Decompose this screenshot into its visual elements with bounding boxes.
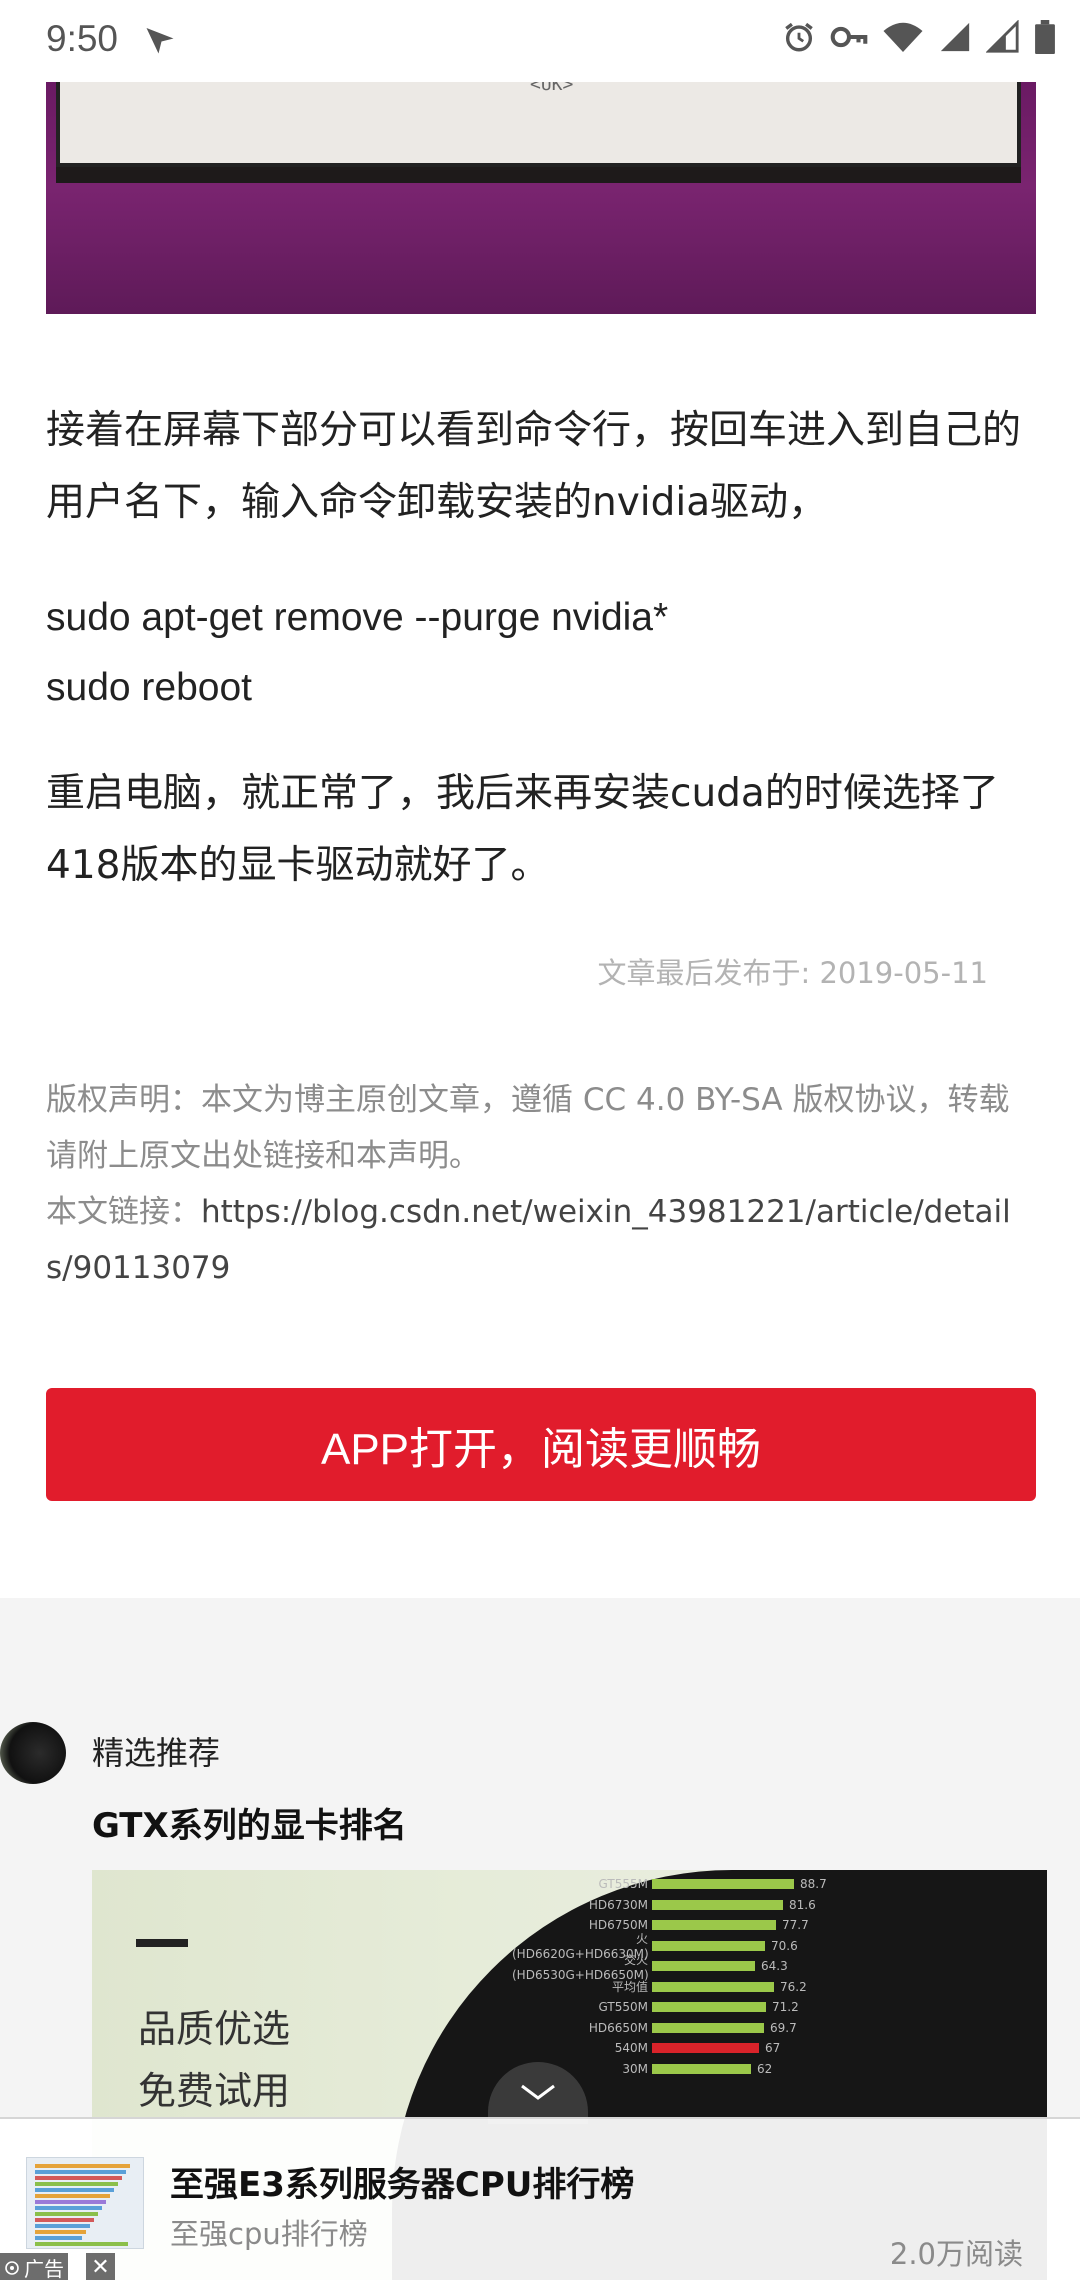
image-dash-decoration xyxy=(136,1939,188,1947)
avatar[interactable] xyxy=(0,1722,66,1784)
gpu-bar-row: HD6650M 69.7 xyxy=(512,2018,797,2038)
publish-date: 文章最后发布于: 2019-05-11 xyxy=(597,956,988,990)
ad-thumb-bar xyxy=(35,2236,82,2240)
ad-thumb-bar xyxy=(35,2170,126,2174)
gpu-bar xyxy=(652,1961,755,1971)
gpu-bar-row: GT550M 71.2 xyxy=(512,1997,799,2017)
ad-thumb-bar xyxy=(35,2224,90,2228)
ad-thumb-bar xyxy=(35,2182,118,2186)
gpu-bar xyxy=(652,2002,766,2012)
ad-close-button[interactable]: ✕ xyxy=(86,2253,115,2280)
gpu-bar-value: 62 xyxy=(757,2061,773,2076)
gpu-bar xyxy=(652,2043,759,2053)
image-text-2: 免费试用 xyxy=(138,2069,291,2113)
article-paragraph-1: 接着在屏幕下部分可以看到命令行，按回车进入到自己的用户名下，输入命令卸载安装的n… xyxy=(46,408,1022,525)
article-image: <UK> xyxy=(46,82,1036,314)
status-bar: 9:50 xyxy=(0,0,1080,82)
command-line-2: sudo reboot xyxy=(46,666,252,709)
gpu-bar-row: 交火(HD6530G+HD6650M) 64.3 xyxy=(512,1953,788,1982)
recommend-label: 精选推荐 xyxy=(92,1734,221,1772)
ad-banner[interactable]: 至强E3系列服务器CPU排行榜 至强cpu排行榜 2.0万阅读 广告 ✕ xyxy=(0,2117,1080,2280)
battery-icon xyxy=(1035,20,1055,54)
gpu-bar-row: 540M 67 xyxy=(512,2038,781,2058)
signal-icon xyxy=(940,22,970,52)
gpu-bar-row: GT555M 88.7 xyxy=(512,1874,827,1894)
article-link-label: 本文链接： xyxy=(46,1194,201,1230)
copyright-notice: 版权声明：本文为博主原创文章，遵循 CC 4.0 BY-SA 版权协议，转载请附… xyxy=(46,1072,1036,1296)
ad-subtitle: 至强cpu排行榜 xyxy=(170,2217,368,2251)
ad-thumb-bar xyxy=(35,2212,98,2216)
open-in-app-button[interactable]: APP打开，阅读更顺畅 xyxy=(46,1388,1036,1501)
ad-thumb-bar xyxy=(35,2176,122,2180)
gpu-bar-label: HD6650M xyxy=(588,2020,648,2035)
gpu-bar-value: 64.3 xyxy=(761,1959,788,1973)
ad-thumb-bar xyxy=(35,2230,86,2234)
article-paragraph-2: 重启电脑，就正常了，我后来再安装cuda的时候选择了418版本的显卡驱动就好了。 xyxy=(46,771,999,888)
gpu-bar-label: GT550M xyxy=(598,2000,648,2014)
status-time: 9:50 xyxy=(46,18,119,59)
screen-label: <UK> xyxy=(530,82,574,95)
gpu-bar-label: 平均值 xyxy=(611,1980,648,1994)
gpu-bar xyxy=(652,2063,751,2074)
gpu-bar-value: 69.7 xyxy=(770,2020,797,2035)
gpu-bar-value: 81.6 xyxy=(789,1897,816,1912)
command-line-1: sudo apt-get remove --purge nvidia* xyxy=(46,596,669,639)
alarm-icon xyxy=(785,22,813,52)
monitor-screen: <UK> xyxy=(56,82,1021,167)
gpu-bar xyxy=(652,1879,794,1889)
gpu-bar-value: 88.7 xyxy=(800,1877,827,1891)
gpu-bar xyxy=(652,1940,765,1951)
ad-badge-label: 广告 xyxy=(24,2257,64,2280)
gpu-bar-label: HD6730M xyxy=(588,1897,648,1912)
gpu-bar xyxy=(652,1981,774,1992)
copyright-statement: 版权声明：本文为博主原创文章，遵循 CC 4.0 BY-SA 版权协议，转载请附… xyxy=(46,1082,1010,1174)
gpu-bar-label: 540M xyxy=(614,2041,648,2055)
ad-thumb-bar xyxy=(35,2206,102,2210)
gpu-bar-row: HD6730M 81.6 xyxy=(512,1895,816,1915)
status-icons xyxy=(782,20,1056,54)
ad-info-icon xyxy=(5,2260,19,2275)
article-link-row: 本文链接：https://blog.csdn.net/weixin_439812… xyxy=(46,1184,1036,1296)
close-icon: ✕ xyxy=(91,2255,110,2280)
ad-thumb-bar xyxy=(35,2218,94,2222)
ad-thumb-bar xyxy=(35,2188,114,2192)
gpu-bar xyxy=(652,1920,776,1930)
signal-secondary-icon xyxy=(986,20,1019,53)
gpu-bar-label: GT555M xyxy=(598,1877,648,1891)
gpu-bar-value: 67 xyxy=(765,2041,781,2055)
gpu-bar xyxy=(652,1899,783,1910)
ad-read-count: 2.0万阅读 xyxy=(889,2237,1023,2271)
recommend-article-title[interactable]: GTX系列的显卡排名 xyxy=(92,1798,407,1847)
ad-thumbnail xyxy=(26,2157,144,2249)
gpu-bar-value: 77.7 xyxy=(782,1918,809,1932)
ad-thumb-bar xyxy=(35,2200,106,2204)
ad-thumb-bar xyxy=(35,2164,130,2168)
chevron-down-icon xyxy=(521,2084,555,2100)
gpu-bar xyxy=(652,2022,764,2033)
gpu-bar-value: 70.6 xyxy=(771,1938,798,1953)
gpu-bar-row: 平均值 76.2 xyxy=(512,1977,807,1997)
gpu-bar-value: 71.2 xyxy=(772,2000,799,2014)
image-text-1: 品质优选 xyxy=(138,2007,291,2051)
wifi-icon xyxy=(883,22,923,52)
vpn-key-icon xyxy=(830,26,868,48)
ad-badge: 广告 xyxy=(0,2253,68,2280)
navigation-arrow-icon xyxy=(146,28,174,54)
command-block: sudo apt-get remove --purge nvidia* sudo… xyxy=(46,583,1036,723)
ad-thumb-bar xyxy=(35,2194,110,2198)
gpu-bar-value: 76.2 xyxy=(780,1979,807,1994)
ad-title[interactable]: 至强E3系列服务器CPU排行榜 xyxy=(170,2157,634,2206)
ad-thumb-bar xyxy=(35,2242,128,2246)
